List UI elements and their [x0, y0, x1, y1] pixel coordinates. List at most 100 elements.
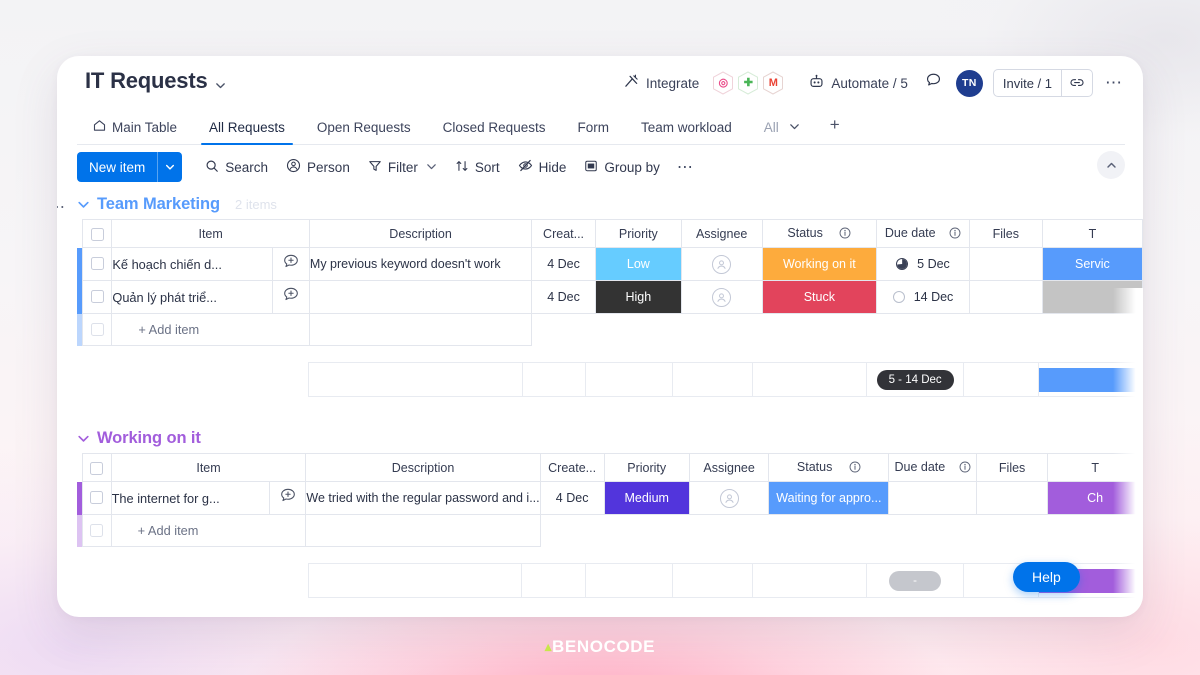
status-info-icon[interactable] — [849, 461, 861, 476]
slack-icon[interactable]: ✚ — [737, 71, 759, 95]
select-all-checkbox[interactable] — [90, 461, 104, 475]
collapse-toolbar-chevron-up-icon[interactable] — [1097, 151, 1125, 179]
column-header-status[interactable]: Status — [768, 453, 890, 482]
column-header-assignee[interactable]: Assignee — [680, 219, 763, 248]
cell-created[interactable]: 4 Dec — [539, 481, 605, 515]
cell-status[interactable]: Stuck — [761, 280, 878, 314]
board-more-icon[interactable]: ⋯ — [1093, 73, 1127, 93]
add-item-row[interactable]: + Add item — [77, 313, 1143, 346]
invite-button[interactable]: Invite / 1 — [994, 70, 1061, 96]
cell-assignee[interactable] — [688, 481, 770, 515]
avatar[interactable]: TN — [955, 69, 983, 97]
due-date-info-icon[interactable] — [959, 461, 971, 476]
column-header-files[interactable]: Files — [975, 453, 1049, 482]
status-info-icon[interactable] — [839, 227, 851, 242]
row-checkbox[interactable] — [90, 491, 104, 505]
column-header-created[interactable]: Create... — [539, 453, 605, 482]
add-comment-icon[interactable] — [271, 280, 310, 314]
group-by-button[interactable]: Group by — [575, 154, 669, 181]
table-row[interactable]: The internet for g... We tried with the … — [77, 481, 1143, 515]
row-checkbox[interactable] — [90, 257, 104, 271]
new-item-button[interactable]: New item — [77, 152, 183, 182]
cell-description[interactable] — [308, 280, 533, 314]
cell-files[interactable] — [968, 280, 1043, 314]
cell-due-date[interactable]: 14 Dec — [876, 280, 970, 314]
add-view-plus-icon[interactable]: + — [816, 115, 850, 144]
toolbar-more-icon[interactable]: ⋯ — [669, 157, 702, 177]
group-title[interactable]: Team Marketing — [97, 195, 220, 214]
cell-created[interactable]: 4 Dec — [531, 247, 596, 281]
cell-priority[interactable]: High — [594, 280, 682, 314]
cell-tail[interactable] — [1041, 280, 1143, 314]
cell-item[interactable]: Kế hoạch chiến d... — [111, 247, 273, 281]
column-header-files[interactable]: Files — [968, 219, 1043, 248]
group-collapse-chevron-down-icon[interactable] — [77, 198, 90, 211]
column-header-created[interactable]: Creat... — [531, 219, 596, 248]
dribbble-icon[interactable]: ◎ — [712, 71, 734, 95]
hide-button[interactable]: Hide — [509, 153, 576, 181]
person-button[interactable]: Person — [277, 153, 359, 181]
tab-main-table[interactable]: Main Table — [77, 119, 193, 144]
cell-files[interactable] — [975, 481, 1049, 515]
search-button[interactable]: Search — [196, 154, 277, 181]
column-header-due-date[interactable]: Due date — [876, 219, 970, 248]
column-header-description[interactable]: Description — [305, 453, 541, 482]
cell-item[interactable]: The internet for g... — [110, 481, 270, 515]
tab-team-workload[interactable]: Team workload — [625, 120, 748, 144]
row-checkbox-cell[interactable] — [81, 481, 112, 515]
automate-button[interactable]: Automate / 5 — [800, 69, 917, 97]
add-comment-icon[interactable] — [271, 247, 310, 281]
column-header-status[interactable]: Status — [761, 219, 878, 248]
summary-due-date[interactable]: - — [865, 563, 965, 598]
group-menu-more-icon[interactable]: ⋯ — [57, 197, 66, 217]
cell-files[interactable] — [968, 247, 1043, 281]
comment-icon[interactable] — [917, 67, 950, 99]
column-header-due-date[interactable]: Due date — [888, 453, 977, 482]
column-header-tail[interactable]: T — [1041, 219, 1143, 248]
filter-chevron-down-icon[interactable] — [426, 160, 437, 175]
due-date-info-icon[interactable] — [949, 227, 961, 242]
table-row[interactable]: Kế hoạch chiến d... My previous keyword … — [77, 247, 1143, 281]
cell-tail[interactable]: Servic — [1041, 247, 1143, 281]
column-header-tail[interactable]: T — [1047, 453, 1143, 482]
cell-due-date[interactable] — [888, 481, 977, 515]
cell-priority[interactable]: Low — [594, 247, 682, 281]
tab-all-views[interactable]: All — [748, 120, 816, 144]
add-item-label[interactable]: + Add item — [111, 313, 310, 346]
cell-due-date[interactable]: 5 Dec — [876, 247, 970, 281]
column-header-priority[interactable]: Priority — [594, 219, 682, 248]
gmail-icon[interactable]: M — [762, 71, 784, 95]
help-button[interactable]: Help — [1013, 562, 1080, 592]
filter-button[interactable]: Filter — [359, 154, 446, 181]
cell-assignee[interactable] — [680, 247, 763, 281]
cell-tail[interactable]: Ch — [1047, 481, 1143, 515]
link-icon[interactable] — [1061, 70, 1092, 96]
group-collapse-chevron-down-icon[interactable] — [77, 432, 90, 445]
sort-button[interactable]: Sort — [446, 154, 509, 181]
group-title[interactable]: Working on it — [97, 429, 201, 448]
integrate-button[interactable]: Integrate — [615, 69, 708, 97]
cell-status[interactable]: Working on it — [761, 247, 878, 281]
add-item-row[interactable]: + Add item — [77, 514, 1143, 547]
column-header-assignee[interactable]: Assignee — [688, 453, 770, 482]
cell-priority[interactable]: Medium — [603, 481, 690, 515]
row-checkbox-cell[interactable] — [81, 280, 113, 314]
column-header-item[interactable]: Item — [110, 453, 307, 482]
row-checkbox[interactable] — [90, 290, 104, 304]
cell-description[interactable]: My previous keyword doesn't work — [308, 247, 533, 281]
cell-item[interactable]: Quản lý phát triể... — [111, 280, 273, 314]
column-header-description[interactable]: Description — [308, 219, 533, 248]
tab-all-requests[interactable]: All Requests — [193, 120, 301, 145]
new-item-chevron-down-icon[interactable] — [157, 152, 182, 182]
summary-due-date[interactable]: 5 - 14 Dec — [866, 362, 965, 397]
cell-assignee[interactable] — [680, 280, 763, 314]
select-all-checkbox-cell[interactable] — [81, 219, 113, 248]
row-checkbox-cell[interactable] — [81, 247, 113, 281]
cell-created[interactable]: 4 Dec — [531, 280, 596, 314]
column-header-priority[interactable]: Priority — [603, 453, 690, 482]
select-all-checkbox-cell[interactable] — [81, 453, 112, 482]
column-header-item[interactable]: Item — [111, 219, 310, 248]
select-all-checkbox[interactable] — [90, 227, 104, 241]
tab-form[interactable]: Form — [561, 120, 625, 144]
tab-closed-requests[interactable]: Closed Requests — [427, 120, 562, 144]
